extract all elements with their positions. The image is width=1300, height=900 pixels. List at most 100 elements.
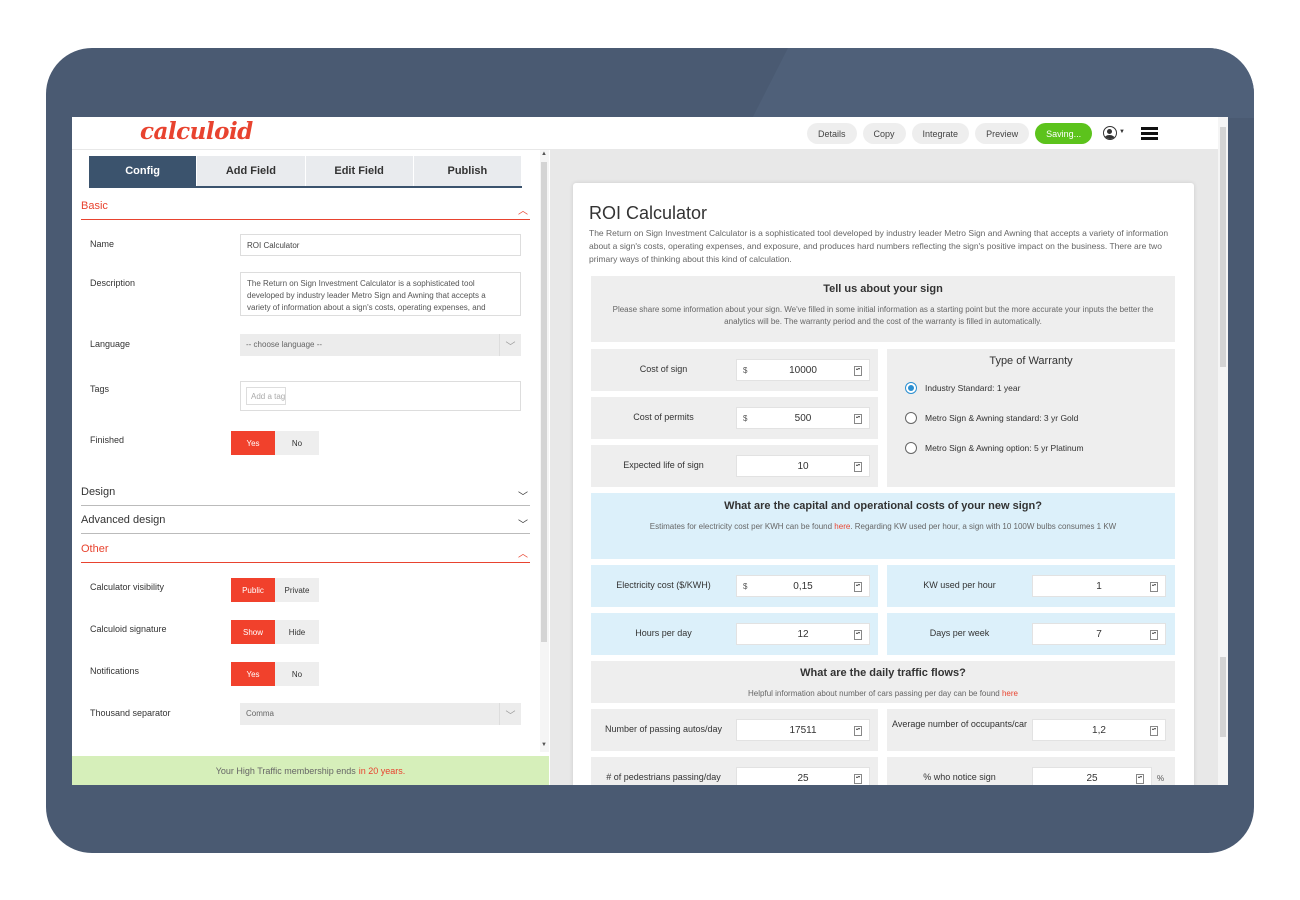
preview-button[interactable]: Preview [975, 123, 1030, 144]
name-field[interactable]: ROI Calculator [240, 234, 521, 256]
radio-selected-icon[interactable] [905, 382, 917, 394]
chevron-down-icon[interactable]: ▼ [1119, 129, 1125, 135]
scroll-down-icon[interactable]: ▼ [541, 742, 547, 748]
notice-sign-input[interactable]: 25 ▴▾ [1032, 767, 1152, 785]
cost-of-permits-label: Cost of permits [633, 412, 694, 422]
visibility-toggle: Public Private [231, 578, 319, 602]
warranty-option-1-label: Industry Standard: 1 year [925, 383, 1021, 393]
section-advanced-design[interactable]: Advanced design ﹀ [81, 514, 530, 534]
language-value: -- choose language -- [246, 340, 323, 349]
left-scrollbar-thumb[interactable] [541, 162, 547, 642]
hours-per-day-row: Hours per day 12 ▴▾ [591, 613, 878, 655]
right-scrollbar-thumb-lower[interactable] [1220, 657, 1226, 737]
language-select[interactable]: -- choose language -- ﹀ [240, 334, 521, 356]
radio-icon[interactable] [905, 442, 917, 454]
section-design[interactable]: Design ﹀ [81, 486, 530, 506]
tab-edit-field[interactable]: Edit Field [305, 156, 414, 186]
spinner-icon[interactable]: ▴▾ [1150, 582, 1158, 592]
spinner-icon[interactable]: ▴▾ [854, 582, 862, 592]
kw-used-value: 1 [1096, 581, 1102, 592]
sign-section-text: Please share some information about your… [612, 305, 1154, 326]
app-screen: calculoid Details Copy Integrate Preview… [72, 117, 1228, 785]
signature-hide-option[interactable]: Hide [275, 620, 319, 644]
pedestrians-input[interactable]: 25 ▴▾ [736, 767, 870, 785]
scroll-up-icon[interactable]: ▲ [541, 151, 547, 157]
language-label: Language [90, 339, 131, 349]
finished-no-option[interactable]: No [275, 431, 319, 455]
hours-per-day-label: Hours per day [635, 628, 692, 638]
details-button[interactable]: Details [807, 123, 857, 144]
preview-panel: ROI Calculator The Return on Sign Invest… [550, 150, 1218, 785]
tags-input[interactable]: Add a tag [246, 387, 286, 405]
warranty-option-2[interactable]: Metro Sign & Awning standard: 3 yr Gold [905, 412, 1078, 424]
tab-publish[interactable]: Publish [413, 156, 522, 186]
finished-label: Finished [90, 435, 125, 445]
percent-unit: % [1157, 774, 1165, 783]
section-basic[interactable]: Basic ︿ [81, 200, 530, 220]
signature-show-option[interactable]: Show [231, 620, 275, 644]
cost-of-permits-input[interactable]: $ 500 ▴▾ [736, 407, 870, 429]
right-scrollbar[interactable] [1218, 117, 1228, 785]
expected-life-input[interactable]: 10 ▴▾ [736, 455, 870, 477]
spinner-icon[interactable]: ▴▾ [854, 774, 862, 784]
traffic-link[interactable]: here [1002, 689, 1018, 698]
saving-button[interactable]: Saving... [1035, 123, 1093, 144]
separator-select[interactable]: Comma ﹀ [240, 703, 521, 725]
tab-add-field[interactable]: Add Field [197, 156, 306, 186]
chevron-down-icon: ﹀ [499, 334, 521, 356]
passing-autos-label: Number of passing autos/day [604, 724, 723, 734]
occupants-label: Average number of occupants/car [892, 719, 1027, 729]
traffic-text: Helpful information about number of cars… [748, 689, 1000, 698]
costs-section-text: Estimates for electricity cost per KWH c… [601, 521, 1165, 533]
warranty-option-3[interactable]: Metro Sign & Awning option: 5 yr Platinu… [905, 442, 1084, 454]
warranty-box: Type of Warranty Industry Standard: 1 ye… [887, 349, 1175, 487]
spinner-icon[interactable]: ▴▾ [1136, 774, 1144, 784]
occupants-value: 1,2 [1092, 725, 1106, 736]
days-per-week-value: 7 [1096, 629, 1102, 640]
section-other[interactable]: Other ︿ [81, 543, 530, 563]
electricity-cost-input[interactable]: $ 0,15 ▴▾ [736, 575, 870, 597]
warranty-title: Type of Warranty [989, 355, 1073, 367]
visibility-private-option[interactable]: Private [275, 578, 319, 602]
cost-of-sign-row: Cost of sign $ 10000 ▴▾ [591, 349, 878, 391]
description-label: Description [90, 278, 136, 288]
right-scrollbar-thumb[interactable] [1220, 127, 1226, 367]
left-scrollbar[interactable]: ▲ ▼ [540, 150, 549, 752]
visibility-public-option[interactable]: Public [231, 578, 275, 602]
chevron-up-icon: ︿ [518, 549, 528, 560]
spinner-icon[interactable]: ▴▾ [854, 366, 862, 376]
tags-field: Add a tag [240, 381, 521, 411]
passing-autos-input[interactable]: 17511 ▴▾ [736, 719, 870, 741]
signature-toggle: Show Hide [231, 620, 319, 644]
integrate-button[interactable]: Integrate [911, 123, 970, 144]
occupants-input[interactable]: 1,2 ▴▾ [1032, 719, 1166, 741]
spinner-icon[interactable]: ▴▾ [854, 726, 862, 736]
cost-of-sign-value: 10000 [789, 365, 817, 376]
spinner-icon[interactable]: ▴▾ [854, 462, 862, 472]
hours-per-day-input[interactable]: 12 ▴▾ [736, 623, 870, 645]
spinner-icon[interactable]: ▴▾ [1150, 630, 1158, 640]
spinner-icon[interactable]: ▴▾ [1150, 726, 1158, 736]
pedestrians-row: # of pedestrians passing/day 25 ▴▾ [591, 757, 878, 785]
membership-text: Your High Traffic membership ends [215, 765, 356, 776]
spinner-icon[interactable]: ▴▾ [854, 414, 862, 424]
copy-button[interactable]: Copy [862, 123, 906, 144]
hours-per-day-value: 12 [797, 629, 809, 640]
warranty-option-1[interactable]: Industry Standard: 1 year [905, 382, 1020, 394]
tab-config[interactable]: Config [89, 156, 198, 186]
user-icon[interactable] [1103, 126, 1117, 140]
days-per-week-input[interactable]: 7 ▴▾ [1032, 623, 1166, 645]
notifications-yes-option[interactable]: Yes [231, 662, 275, 686]
hamburger-menu-icon[interactable] [1141, 127, 1158, 140]
cost-of-sign-input[interactable]: $ 10000 ▴▾ [736, 359, 870, 381]
electricity-cost-link[interactable]: here [834, 522, 850, 531]
calculoid-logo[interactable]: calculoid [140, 118, 253, 145]
spinner-icon[interactable]: ▴▾ [854, 630, 862, 640]
finished-yes-option[interactable]: Yes [231, 431, 275, 455]
sign-section-title: Tell us about your sign [823, 283, 943, 295]
notifications-no-option[interactable]: No [275, 662, 319, 686]
description-field[interactable]: The Return on Sign Investment Calculator… [240, 272, 521, 316]
radio-icon[interactable] [905, 412, 917, 424]
notifications-label: Notifications [90, 666, 140, 676]
kw-used-input[interactable]: 1 ▴▾ [1032, 575, 1166, 597]
